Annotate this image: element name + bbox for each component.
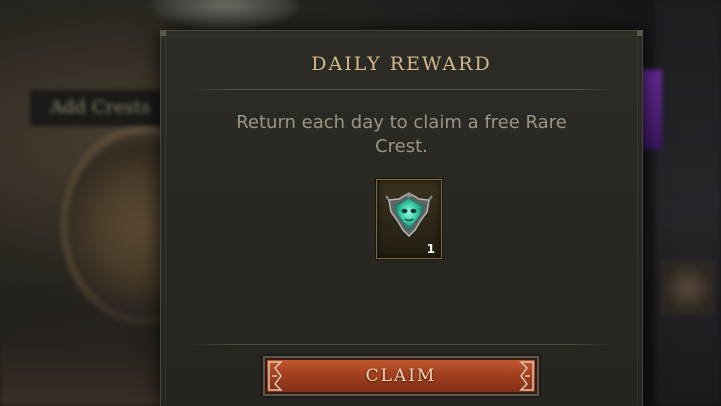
footer-divider (189, 344, 614, 345)
background-purple-banner (640, 70, 662, 150)
title-divider (189, 89, 614, 90)
background-right-panel (655, 0, 721, 406)
dialog-title: DAILY REWARD (311, 53, 492, 75)
button-ornament-icon (519, 361, 534, 391)
reward-item-slot[interactable]: 1 (376, 179, 442, 259)
claim-button[interactable]: CLAIM (263, 356, 539, 396)
daily-reward-dialog: DAILY REWARD Return each day to claim a … (160, 30, 643, 406)
background-portrait (662, 262, 714, 314)
background-emblem (150, 0, 300, 30)
rare-crest-icon (385, 192, 433, 238)
background-add-crests-button: Add Crests (28, 88, 168, 128)
corner-ornament (637, 30, 643, 36)
reward-description: Return each day to claim a free Rare Cre… (236, 112, 567, 157)
claim-button-label: CLAIM (365, 366, 437, 386)
corner-ornament (160, 30, 166, 36)
reward-count: 1 (426, 242, 435, 256)
